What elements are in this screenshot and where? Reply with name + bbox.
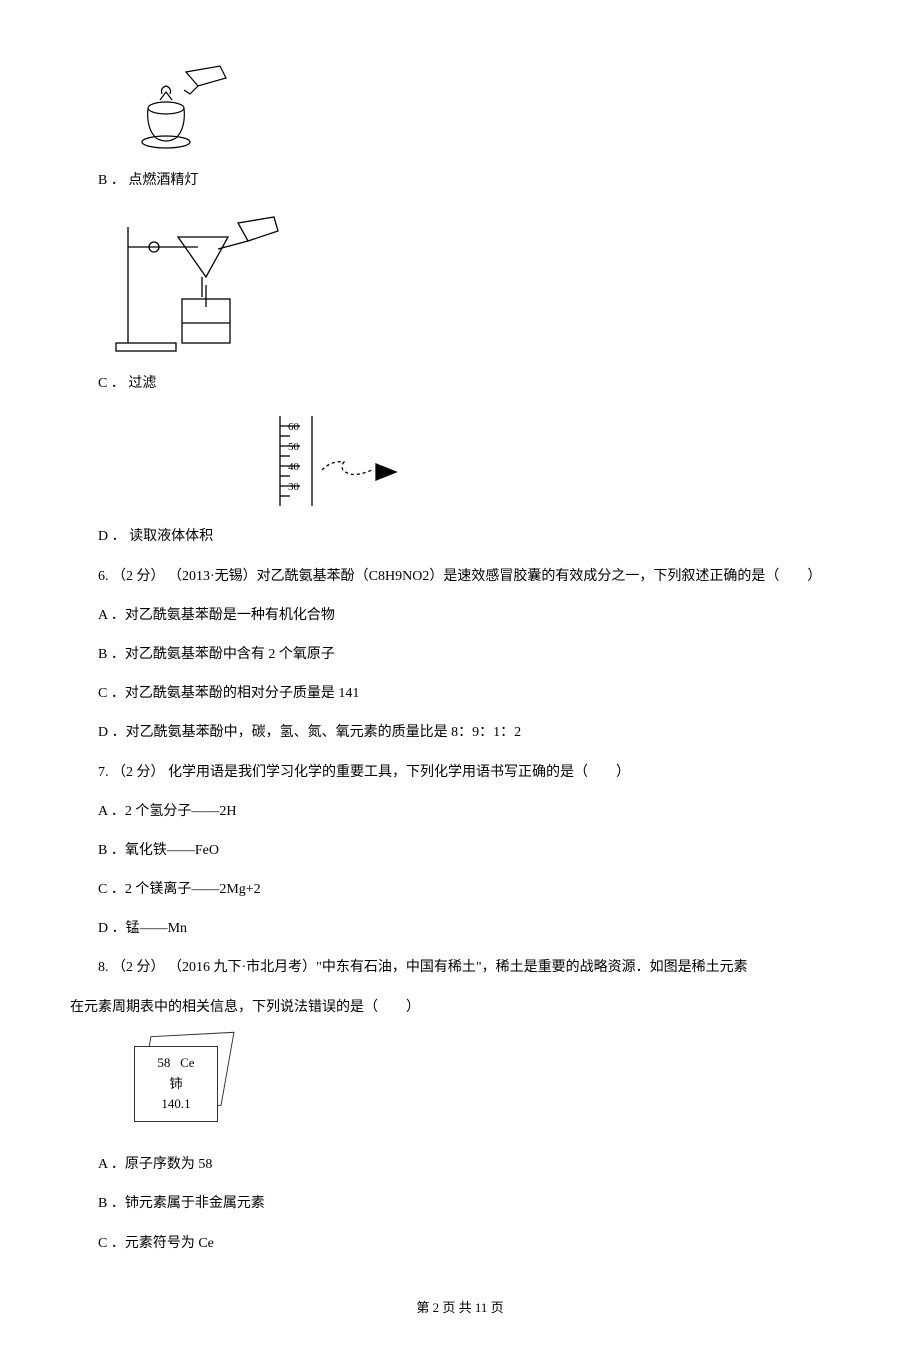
element-mass: 140.1 <box>135 1094 217 1115</box>
element-symbol: Ce <box>180 1055 194 1070</box>
option-5c: C ． 过滤 <box>70 371 850 396</box>
option-6a: A ．对乙酰氨基苯酚是一种有机化合物 <box>70 603 850 628</box>
option-text: 读取液体体积 <box>129 529 213 544</box>
option-letter: D ． <box>98 529 126 544</box>
figure-graduated-cylinder: 60 50 40 30 <box>260 410 850 510</box>
option-text: 点燃酒精灯 <box>128 173 198 188</box>
option-7d: D ．锰——Mn <box>70 916 850 941</box>
question-text: 6. （2 分） （2013·无锡）对乙酰氨基苯酚（C8H9NO2）是速效感冒胶… <box>70 564 850 589</box>
tick-60: 60 <box>288 421 300 433</box>
question-6-stem: 6. （2 分） （2013·无锡）对乙酰氨基苯酚（C8H9NO2）是速效感冒胶… <box>70 564 850 589</box>
option-7b: B ．氧化铁——FeO <box>70 838 850 863</box>
figure-element-cell: 58 Ce 铈 140.1 <box>130 1034 240 1110</box>
document-page: B ． 点燃酒精灯 C ． 过滤 <box>0 0 920 1359</box>
question-8-stem-line1: 8. （2 分） （2016 九下·市北月考）"中东有石油，中国有稀土"，稀土是… <box>70 955 850 980</box>
option-5d: D ． 读取液体体积 <box>70 524 850 549</box>
tick-50: 50 <box>288 441 300 453</box>
option-6b: B ．对乙酰氨基苯酚中含有 2 个氧原子 <box>70 642 850 667</box>
element-name: 铈 <box>135 1074 217 1095</box>
option-8b: B ．铈元素属于非金属元素 <box>70 1191 850 1216</box>
tick-40: 40 <box>288 461 300 473</box>
option-8c: C ．元素符号为 Ce <box>70 1231 850 1256</box>
option-6d: D ．对乙酰氨基苯酚中，碳，氢、氮、氧元素的质量比是 8：9：1：2 <box>70 720 850 745</box>
option-text: 过滤 <box>128 376 156 391</box>
question-7-stem: 7. （2 分） 化学用语是我们学习化学的重要工具，下列化学用语书写正确的是（ … <box>70 760 850 785</box>
option-letter: C ． <box>98 376 125 391</box>
option-6c: C ．对乙酰氨基苯酚的相对分子质量是 141 <box>70 681 850 706</box>
tick-30: 30 <box>288 481 300 493</box>
option-8a: A ．原子序数为 58 <box>70 1152 850 1177</box>
option-7c: C ．2 个镁离子——2Mg+2 <box>70 877 850 902</box>
figure-filtration <box>98 207 850 357</box>
option-5b: B ． 点燃酒精灯 <box>70 168 850 193</box>
element-number: 58 <box>157 1055 170 1070</box>
option-letter: B ． <box>98 173 125 188</box>
figure-alcohol-lamp <box>98 64 850 154</box>
option-7a: A ．2 个氢分子——2H <box>70 799 850 824</box>
page-footer: 第 2 页 共 11 页 <box>70 1296 850 1319</box>
question-8-stem-line2: 在元素周期表中的相关信息，下列说法错误的是（ ） <box>70 995 850 1020</box>
